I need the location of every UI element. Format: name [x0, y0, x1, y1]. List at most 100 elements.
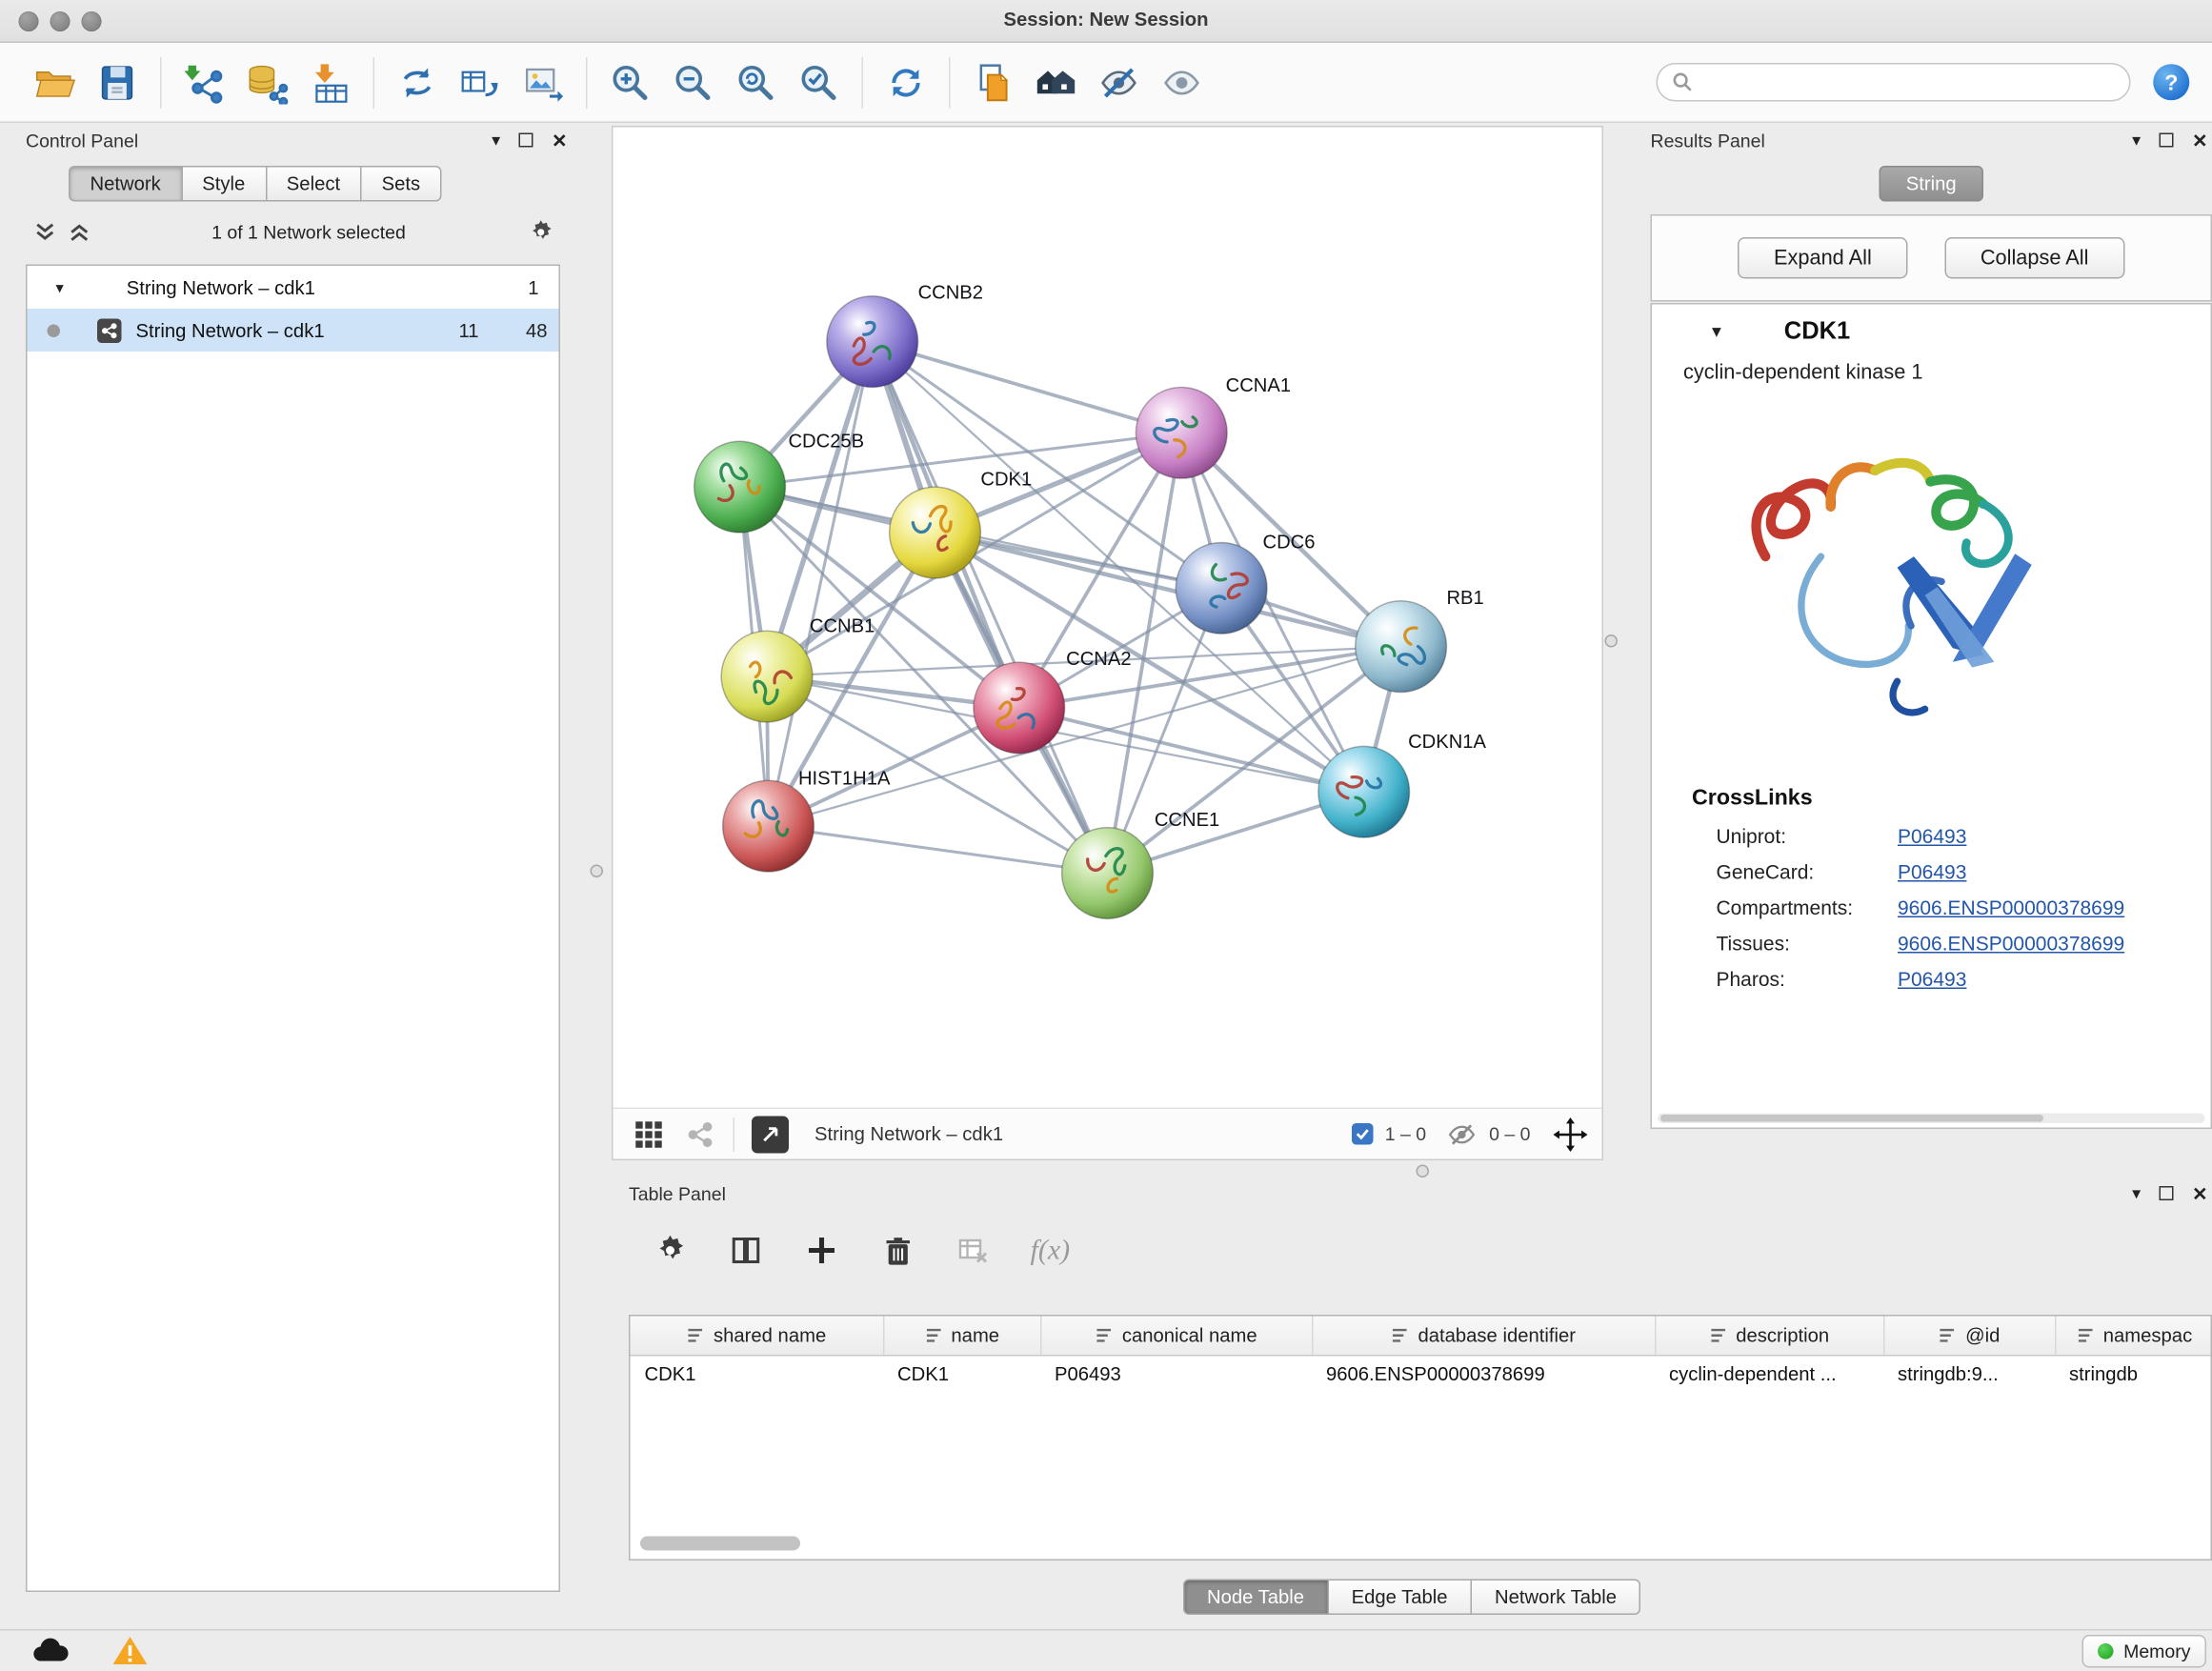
- tab-string[interactable]: String: [1879, 166, 1983, 202]
- network-from-table-icon[interactable]: [457, 59, 503, 105]
- splitter-handle[interactable]: [1417, 1165, 1430, 1178]
- panel-close-icon[interactable]: ✕: [552, 131, 567, 150]
- network-edge[interactable]: [769, 826, 1108, 873]
- tab-select[interactable]: Select: [265, 166, 361, 202]
- pan-move-icon[interactable]: [1554, 1117, 1588, 1151]
- panel-menu-icon[interactable]: ▾: [2132, 1185, 2141, 1202]
- network-row-selected[interactable]: String Network – cdk1 11 48: [28, 309, 559, 352]
- window-titlebar[interactable]: Session: New Session: [0, 0, 2212, 43]
- network-arrows-icon[interactable]: [394, 59, 440, 105]
- network-edge[interactable]: [873, 342, 1182, 433]
- open-session-button[interactable]: [31, 59, 77, 105]
- zoom-selected-icon[interactable]: [796, 59, 842, 105]
- results-scrollbar[interactable]: [1658, 1114, 2205, 1124]
- column-header-namespac[interactable]: namespac: [2055, 1317, 2212, 1356]
- panel-close-icon[interactable]: ✕: [2192, 131, 2207, 150]
- import-network-database-icon[interactable]: [245, 59, 291, 105]
- import-table-file-icon[interactable]: [308, 59, 353, 105]
- network-node-CCNE1[interactable]: [1062, 828, 1154, 919]
- crosslink-link[interactable]: P06493: [1898, 968, 1966, 991]
- table-gear-icon[interactable]: [652, 1232, 689, 1269]
- hide-selected-icon[interactable]: [1096, 59, 1142, 105]
- panel-menu-icon[interactable]: ▾: [2132, 131, 2141, 149]
- zoom-out-icon[interactable]: [671, 59, 716, 105]
- selected-checkbox-icon[interactable]: [1352, 1123, 1374, 1145]
- table-row[interactable]: CDK1CDK1P064939606.ENSP00000378699cyclin…: [631, 1355, 2212, 1394]
- zoom-in-icon[interactable]: [608, 59, 654, 105]
- network-collection-row[interactable]: ▾ String Network – cdk1 1: [28, 266, 559, 309]
- splitter-handle[interactable]: [1605, 634, 1619, 648]
- copy-document-icon[interactable]: [971, 59, 1016, 105]
- node-section-header[interactable]: ▾ CDK1: [1652, 305, 2211, 359]
- tab-edge-table[interactable]: Edge Table: [1327, 1580, 1472, 1616]
- cloud-icon[interactable]: [29, 1634, 71, 1668]
- delete-column-trash-icon[interactable]: [879, 1232, 916, 1269]
- table-cell[interactable]: P06493: [1040, 1355, 1312, 1394]
- section-collapse-icon[interactable]: ▾: [1712, 320, 1721, 343]
- network-node-CDC25B[interactable]: [694, 441, 786, 533]
- network-edge[interactable]: [873, 342, 1108, 874]
- panel-float-icon[interactable]: [2160, 1186, 2174, 1200]
- network-edge[interactable]: [769, 342, 873, 827]
- network-edge[interactable]: [769, 647, 1401, 826]
- memory-button[interactable]: Memory: [2082, 1634, 2206, 1667]
- tab-node-table[interactable]: Node Table: [1182, 1580, 1328, 1616]
- help-button[interactable]: ?: [2151, 62, 2193, 104]
- crosslink-link[interactable]: 9606.ENSP00000378699: [1898, 932, 2124, 955]
- network-canvas[interactable]: CCNB2CCNA1CDC25BCDK1CDC6RB1CCNB1CCNA2CDK…: [613, 128, 1602, 1108]
- crosslink-link[interactable]: P06493: [1898, 860, 1966, 883]
- search-input[interactable]: [1694, 70, 2116, 95]
- export-image-icon[interactable]: [520, 59, 566, 105]
- network-node-CCNA2[interactable]: [974, 662, 1065, 754]
- save-session-button[interactable]: [94, 59, 140, 105]
- network-node-CDKN1A[interactable]: [1318, 746, 1410, 837]
- network-graph[interactable]: CCNB2CCNA1CDC25BCDK1CDC6RB1CCNB1CCNA2CDK…: [613, 128, 1602, 1108]
- toolbar-search-field[interactable]: [1657, 63, 2131, 102]
- table-cell[interactable]: CDK1: [883, 1355, 1040, 1394]
- add-column-icon[interactable]: [803, 1232, 840, 1269]
- refresh-icon[interactable]: [883, 59, 929, 105]
- column-header-canonical-name[interactable]: canonical name: [1040, 1317, 1312, 1356]
- warning-icon[interactable]: [109, 1634, 151, 1668]
- panel-float-icon[interactable]: [2160, 133, 2174, 148]
- panel-menu-icon[interactable]: ▾: [492, 131, 500, 149]
- column-header-name[interactable]: name: [883, 1317, 1040, 1356]
- table-cell[interactable]: CDK1: [631, 1355, 884, 1394]
- table-hscrollbar[interactable]: [640, 1537, 800, 1551]
- tree-expand-icon[interactable]: ▾: [56, 278, 64, 297]
- expand-all-icon[interactable]: [69, 221, 90, 243]
- panel-close-icon[interactable]: ✕: [2192, 1184, 2207, 1203]
- birds-eye-grid-icon[interactable]: [633, 1118, 665, 1150]
- tab-style[interactable]: Style: [181, 166, 267, 202]
- first-neighbors-icon[interactable]: [1034, 59, 1079, 105]
- expand-all-button[interactable]: Expand All: [1739, 237, 1908, 279]
- network-node-CCNB1[interactable]: [721, 631, 813, 722]
- column-header-database-identifier[interactable]: database identifier: [1312, 1317, 1655, 1356]
- tab-network-table[interactable]: Network Table: [1471, 1580, 1641, 1616]
- network-node-RB1[interactable]: [1356, 601, 1447, 693]
- splitter-handle[interactable]: [591, 865, 604, 878]
- table-cell[interactable]: 9606.ENSP00000378699: [1312, 1355, 1655, 1394]
- table-cell[interactable]: cyclin-dependent ...: [1655, 1355, 1883, 1394]
- network-node-CDC6[interactable]: [1176, 542, 1267, 634]
- column-header--id[interactable]: @id: [1883, 1317, 2055, 1356]
- gear-icon[interactable]: [528, 218, 555, 246]
- zoom-fit-icon[interactable]: [734, 59, 779, 105]
- delete-table-icon[interactable]: [955, 1232, 992, 1269]
- tab-network[interactable]: Network: [69, 166, 182, 202]
- show-all-eye-icon[interactable]: [1159, 59, 1205, 105]
- table-cell[interactable]: stringdb:9...: [1883, 1355, 2055, 1394]
- crosslink-link[interactable]: 9606.ENSP00000378699: [1898, 896, 2124, 919]
- tab-sets[interactable]: Sets: [360, 166, 442, 202]
- network-node-HIST1H1A[interactable]: [723, 780, 814, 872]
- network-node-CDK1[interactable]: [890, 487, 981, 578]
- collapse-all-button[interactable]: Collapse All: [1944, 237, 2124, 279]
- network-node-CCNB2[interactable]: [827, 296, 918, 388]
- column-header-shared-name[interactable]: shared name: [631, 1317, 884, 1356]
- column-header-description[interactable]: description: [1655, 1317, 1883, 1356]
- panel-float-icon[interactable]: [519, 133, 533, 148]
- crosslink-link[interactable]: P06493: [1898, 825, 1966, 848]
- open-in-window-icon[interactable]: [752, 1116, 789, 1153]
- hidden-eye-icon[interactable]: [1446, 1118, 1478, 1150]
- import-network-file-icon[interactable]: [182, 59, 228, 105]
